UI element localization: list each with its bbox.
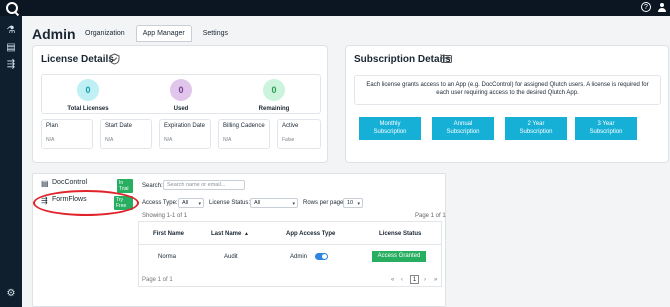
flow-icon[interactable]: ⇶ (5, 59, 17, 71)
admin-toggle[interactable] (315, 253, 328, 260)
three-year-subscription-button[interactable]: 3 Year Subscription (575, 117, 637, 140)
info-expiration-value: N/A (164, 137, 173, 143)
info-plan-label: Plan (46, 123, 59, 129)
app-name-doccontrol: DocControl (52, 179, 88, 186)
top-bar: ? (0, 0, 670, 16)
license-status-value: All (254, 200, 261, 206)
chevron-down-icon: ▾ (292, 201, 295, 207)
qlutch-logo[interactable] (6, 2, 18, 14)
search-label: Search: (142, 183, 163, 189)
subscription-details-title: Subscription Details (354, 54, 451, 65)
access-type-label: Access Type: (142, 200, 178, 206)
info-plan-value: N/A (46, 137, 55, 143)
stat-used-label: Used (173, 106, 189, 112)
in-trial-badge: In Trial (117, 179, 133, 193)
rows-per-page-select[interactable]: 10 ▾ (343, 198, 363, 208)
help-icon[interactable]: ? (641, 2, 651, 12)
current-page[interactable]: 1 (410, 275, 419, 284)
info-billing-cadence: Billing Cadence N/A (218, 119, 270, 149)
subscription-description: Each license grants access to an App (e.… (354, 75, 661, 105)
chevron-down-icon: ▾ (198, 201, 201, 207)
monthly-line1: Monthly (379, 121, 401, 127)
gear-icon[interactable]: ⚙ (5, 288, 17, 300)
access-type-value: All (182, 200, 189, 206)
prev-page-button[interactable]: ‹ (401, 277, 403, 283)
users-table: First Name Last Name ▲ App Access Type L… (138, 221, 442, 287)
three-year-line2: Subscription (589, 128, 623, 135)
stat-total-label: Total Licenses (67, 106, 109, 112)
subscription-details-card: Subscription Details Each license grants… (345, 45, 669, 163)
tab-bar: Organization App Manager Settings (78, 25, 236, 42)
license-status-label: License Status: (209, 200, 251, 206)
tab-app-manager[interactable]: App Manager (135, 25, 192, 42)
cell-first-name: Norma (158, 254, 177, 260)
rows-per-page-value: 10 (347, 200, 354, 206)
license-stats: 0 Total Licenses 0 Used 0 Remaining (41, 74, 321, 114)
document-icon: ▤ (41, 179, 49, 188)
left-rail: ⚗ ▤ ⇶ ⚙ (0, 16, 22, 307)
col-license-status[interactable]: License Status (379, 231, 421, 237)
showing-count: Showing 1-1 of 1 (142, 213, 188, 219)
access-granted-status: Access Granted (372, 251, 426, 262)
access-type-select[interactable]: All ▾ (178, 198, 204, 208)
page-info-bottom: Page 1 of 1 (142, 277, 173, 283)
license-details-title: License Details (41, 54, 114, 65)
two-year-line2: Subscription (519, 128, 553, 135)
page-info-top: Page 1 of 1 (415, 213, 446, 219)
info-start-date: Start Date N/A (100, 119, 152, 149)
highlight-annotation (33, 190, 139, 216)
stat-total-licenses: 0 Total Licenses (58, 79, 118, 112)
credit-card-icon (441, 55, 452, 63)
stat-total-value: 0 (77, 79, 99, 101)
sort-asc-icon[interactable]: ▲ (244, 231, 249, 237)
info-active-label: Active (282, 123, 299, 129)
book-icon[interactable]: ▤ (5, 42, 17, 54)
tab-settings[interactable]: Settings (195, 25, 236, 42)
info-start-label: Start Date (105, 123, 133, 129)
info-expiration-label: Expiration Date (164, 123, 206, 129)
shield-check-icon (109, 53, 120, 65)
col-last-name[interactable]: Last Name (211, 231, 241, 237)
rows-per-page-label: Rows per page: (303, 200, 346, 206)
stat-used-value: 0 (170, 79, 192, 101)
license-status-select[interactable]: All ▾ (250, 198, 298, 208)
annual-subscription-button[interactable]: Annual Subscription (432, 117, 494, 140)
monthly-line2: Subscription (373, 128, 407, 135)
header-divider (139, 244, 441, 245)
info-active: Active False (277, 119, 321, 149)
cell-access: Admin (290, 254, 308, 260)
license-details-card: License Details 0 Total Licenses 0 Used … (32, 45, 328, 163)
stat-remaining-value: 0 (263, 79, 285, 101)
first-page-button[interactable]: « (391, 277, 394, 283)
annual-line2: Subscription (446, 128, 480, 135)
main-panel: Admin Organization App Manager Settings … (22, 16, 670, 307)
stat-remaining-label: Remaining (258, 106, 290, 112)
tab-organization[interactable]: Organization (78, 25, 132, 42)
info-expiration-date: Expiration Date N/A (159, 119, 211, 149)
info-plan: Plan N/A (41, 119, 93, 149)
two-year-line1: 2 Year (527, 121, 545, 127)
two-year-subscription-button[interactable]: 2 Year Subscription (505, 117, 567, 140)
col-first-name[interactable]: First Name (153, 231, 184, 237)
three-year-line1: 3 Year (597, 121, 615, 127)
page-title: Admin (32, 26, 76, 42)
stat-used: 0 Used (151, 79, 211, 112)
col-app-access-type[interactable]: App Access Type (286, 231, 335, 237)
chevron-down-icon: ▾ (357, 201, 360, 207)
info-start-value: N/A (105, 137, 114, 143)
monthly-subscription-button[interactable]: Monthly Subscription (359, 117, 421, 140)
app-item-doccontrol[interactable]: ▤ DocControl In Trial (41, 178, 133, 193)
stat-remaining: 0 Remaining (244, 79, 304, 112)
info-active-value: False (282, 137, 295, 143)
flask-icon[interactable]: ⚗ (5, 25, 17, 37)
cell-last-name: Audit (224, 254, 238, 260)
next-page-button[interactable]: › (424, 277, 426, 283)
last-page-button[interactable]: » (434, 277, 437, 283)
search-input[interactable]: Search name or email... (163, 180, 245, 190)
info-billing-label: Billing Cadence (223, 123, 265, 129)
info-billing-value: N/A (223, 137, 232, 143)
annual-line1: Annual (453, 121, 473, 127)
user-icon[interactable] (658, 3, 666, 12)
